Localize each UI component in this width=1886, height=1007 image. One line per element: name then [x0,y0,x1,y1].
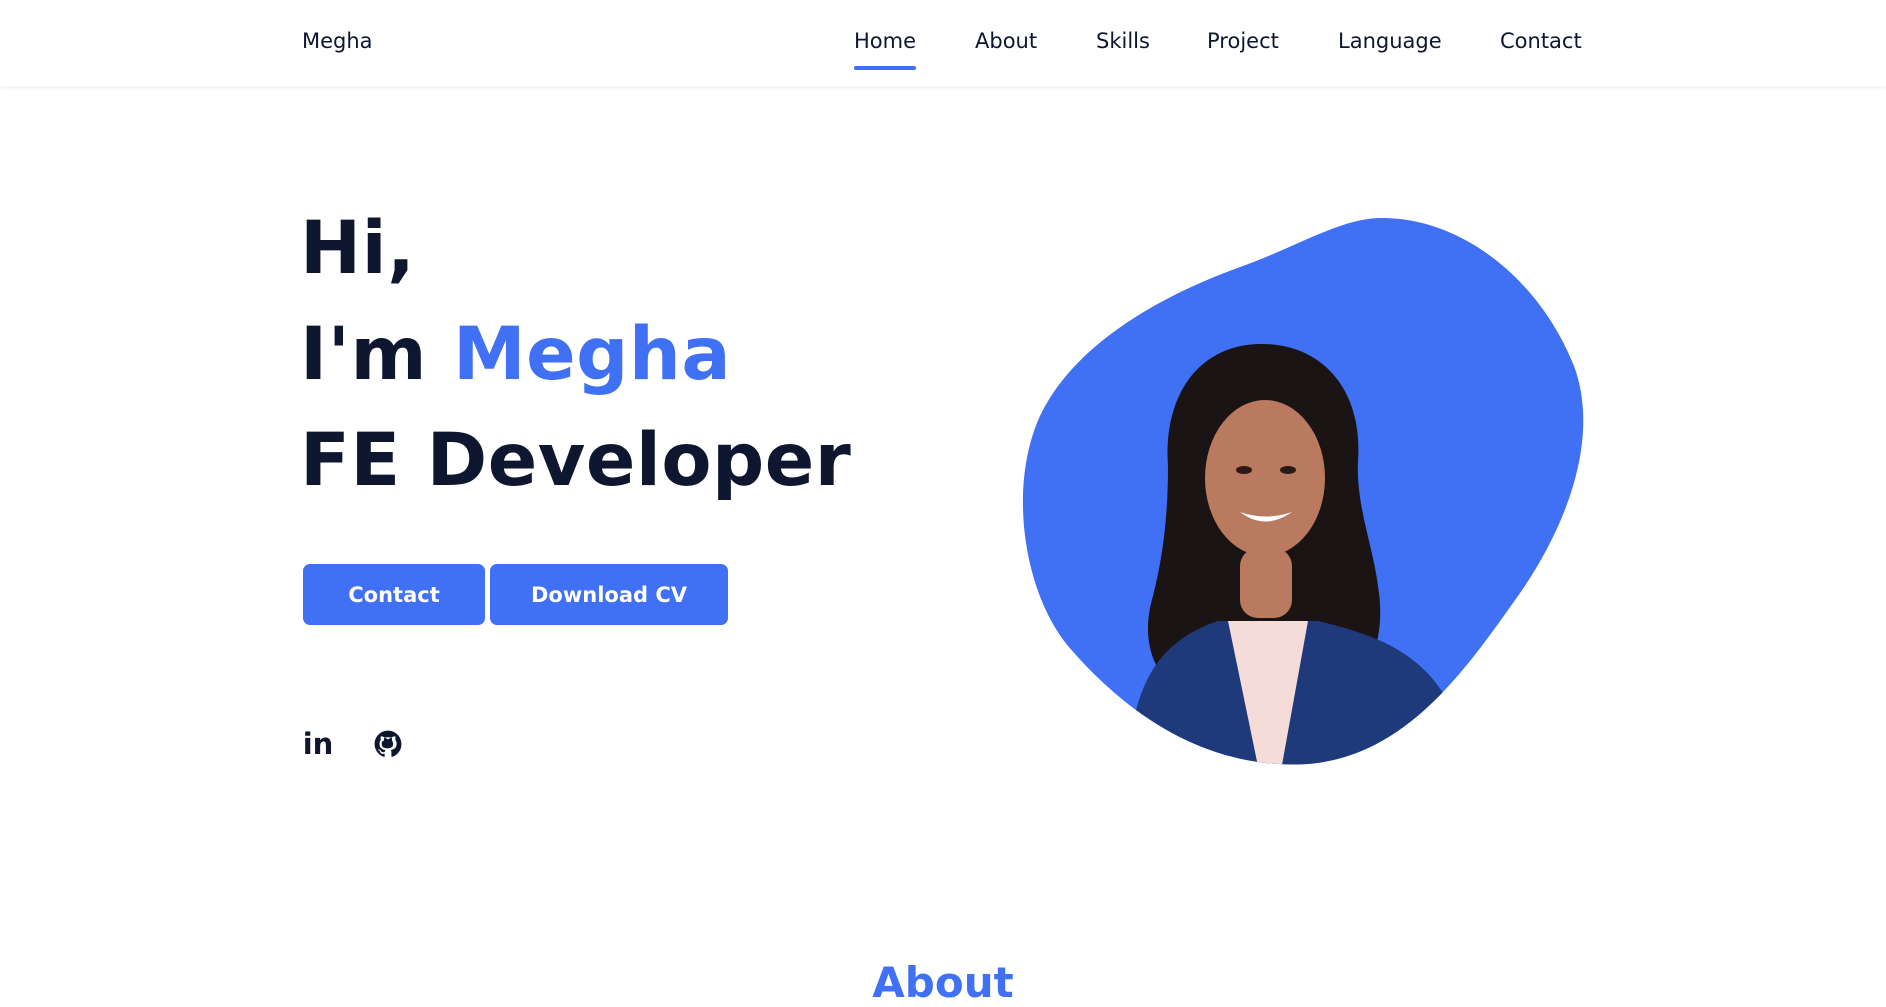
github-link[interactable] [372,728,404,760]
nav-about[interactable]: About [975,29,1037,53]
site-header: Megha Home About Skills Project Language… [0,0,1886,86]
profile-image [1018,216,1584,767]
nav-contact[interactable]: Contact [1500,29,1582,53]
linkedin-icon: in [302,727,334,761]
nav-skills[interactable]: Skills [1096,29,1150,53]
nav-project[interactable]: Project [1207,29,1279,53]
github-icon [374,730,402,757]
about-heading: About [872,958,1014,1007]
nav-language[interactable]: Language [1338,29,1442,53]
hero-intro-prefix: I'm [300,312,428,397]
linkedin-link[interactable]: in [300,727,336,761]
hero-name: Megha [453,312,732,397]
contact-button[interactable]: Contact [303,564,485,625]
portrait-face [1205,400,1325,556]
site-logo[interactable]: Megha [302,29,373,53]
download-cv-button[interactable]: Download CV [490,564,728,625]
hero-greeting: Hi, [300,206,416,291]
hero-role: FE Developer [300,418,852,503]
hero-intro: I'm Megha [300,318,731,391]
nav-home[interactable]: Home [854,29,917,70]
profile-blob [1022,217,1584,765]
